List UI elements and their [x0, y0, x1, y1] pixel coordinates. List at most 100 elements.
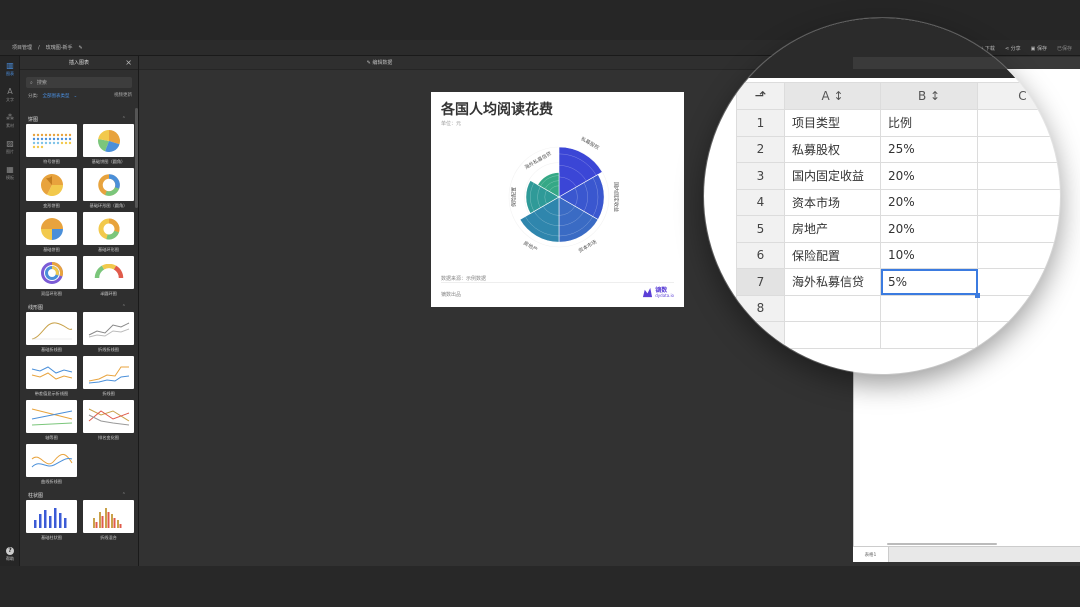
sheet-tabbar: 表格1	[853, 546, 1080, 562]
chart-template-card[interactable]: 半圆环图	[83, 256, 134, 300]
cell[interactable]: 资本市场	[784, 188, 881, 216]
chart-source[interactable]: 数据来源：示例数据	[441, 275, 486, 282]
breadcrumb-separator: /	[38, 44, 40, 51]
breadcrumb-project[interactable]: 项目管理	[12, 44, 32, 51]
sheet-tab[interactable]: 表格1	[853, 547, 889, 562]
help-icon: ?	[6, 547, 14, 555]
chart-template-card[interactable]: 折线图	[83, 356, 134, 400]
card-label: 基础环形图	[98, 247, 119, 252]
cell[interactable]	[784, 294, 881, 322]
rail-item-image[interactable]: ▨ 图片	[0, 134, 20, 160]
cell[interactable]: 保险配置	[784, 241, 881, 269]
cell[interactable]	[977, 294, 1060, 322]
chart-card[interactable]: 各国人均阅读花费 单位：元 私募股权 国内固定收益 资本市场 房地产 保险配置 海外私募信…	[431, 92, 684, 307]
chart-template-card[interactable]: 基础环形图	[83, 212, 134, 256]
template-icon: ▦	[6, 164, 14, 174]
thumbnail	[26, 356, 77, 389]
sort-icon[interactable]: ↕	[833, 89, 843, 103]
chart-template-card[interactable]: 基础折线图	[26, 312, 77, 356]
cell[interactable]: 比例	[880, 109, 978, 137]
chart-template-card[interactable]: 符号饼图	[26, 124, 77, 168]
cell[interactable]	[977, 109, 1060, 137]
bar-grid: 基础柱状图 折线混合	[20, 500, 135, 544]
row-header[interactable]	[736, 321, 785, 349]
cell[interactable]	[977, 268, 1060, 296]
chart-template-card[interactable]: 基础柱状图	[26, 500, 77, 544]
insert-chart-panel: 插入图表 × ⌕ 搜索 分类: 全部图表类型 ⌄ 视频更新 饼图 ⌃ 符号饼图 …	[20, 56, 139, 566]
card-label: 带差值显示折线图	[34, 391, 69, 396]
cell[interactable]	[880, 321, 978, 349]
chart-template-card[interactable]: 基础饼图	[26, 212, 77, 256]
chart-template-card[interactable]: 轴等图	[26, 400, 77, 444]
filter-more-link[interactable]: 视频更新	[114, 92, 132, 98]
text-icon: A	[7, 86, 13, 96]
edit-icon[interactable]: ✎	[79, 45, 83, 51]
bottom-letterbox	[0, 566, 1080, 607]
row-header[interactable]: 3	[736, 162, 785, 190]
row-header[interactable]: 1	[736, 109, 785, 137]
sheet-scrollbar[interactable]	[887, 543, 997, 545]
chart-template-card[interactable]: 双层环形图	[26, 256, 77, 300]
chart-template-card[interactable]: 带差值显示折线图	[26, 356, 77, 400]
row-header[interactable]: 5	[736, 215, 785, 243]
row-header[interactable]: 6	[736, 241, 785, 269]
card-label: 折线折线图	[98, 347, 119, 352]
column-header-a[interactable]: A ↕	[784, 82, 881, 110]
rail-item-material[interactable]: ⁂ 素材	[0, 108, 20, 134]
close-icon[interactable]: ×	[125, 58, 132, 67]
cell[interactable]	[977, 241, 1060, 269]
search-input[interactable]: ⌕ 搜索	[26, 77, 132, 88]
section-header-pie[interactable]: 饼图 ⌃	[20, 114, 135, 124]
row-header[interactable]: 2	[736, 135, 785, 163]
help-button[interactable]: ? 帮助	[0, 547, 20, 562]
chevron-down-icon[interactable]: ⌄	[74, 94, 78, 99]
cell[interactable]: 20%	[880, 188, 978, 216]
cell[interactable]: 房地产	[784, 215, 881, 243]
cell[interactable]	[880, 294, 978, 322]
filter-select[interactable]: 全部图表类型	[43, 93, 70, 99]
cell[interactable]: 20%	[880, 215, 978, 243]
row-header[interactable]: 8	[736, 294, 785, 322]
chart-template-card[interactable]: 基础饼图（圆角）	[83, 124, 134, 168]
cell[interactable]	[977, 188, 1060, 216]
rail-item-template[interactable]: ▦ 模板	[0, 160, 20, 186]
card-label: 基础折线图	[41, 347, 62, 352]
panel-scrollbar[interactable]	[135, 108, 138, 208]
row-header[interactable]: 4	[736, 188, 785, 216]
cell[interactable]: 项目类型	[784, 109, 881, 137]
cell[interactable]: 海外私募信贷	[784, 268, 881, 296]
spreadsheet-grid: ⬏ A ↕ B ↕ C 1 项目类型 比例 2 私募股权 25% 3 国内固定收…	[736, 82, 1060, 349]
section-header-bar[interactable]: 柱状图 ⌃	[20, 490, 135, 500]
rail-item-chart[interactable]: ▥ 图表	[0, 56, 20, 82]
column-header-c[interactable]: C	[977, 82, 1060, 110]
section-header-line[interactable]: 线形图 ⌃	[20, 302, 135, 312]
cell[interactable]	[784, 321, 881, 349]
edit-data-link[interactable]: ✎ 编辑数据	[367, 59, 393, 66]
chart-template-card[interactable]: 折线混合	[83, 500, 134, 544]
cell[interactable]	[977, 215, 1060, 243]
chart-footer[interactable]: 镝数出品	[441, 291, 461, 298]
cell[interactable]: 10%	[880, 241, 978, 269]
cell[interactable]: 20%	[880, 162, 978, 190]
corner-arrow-icon: ⬏	[754, 88, 767, 104]
chart-template-card[interactable]: 变形饼图	[26, 168, 77, 212]
column-header-b[interactable]: B ↕	[880, 82, 978, 110]
rail-item-text[interactable]: A 文字	[0, 82, 20, 108]
select-all-corner[interactable]: ⬏	[736, 82, 785, 110]
row-header[interactable]: 7	[736, 268, 785, 296]
selected-cell[interactable]: 5%	[880, 268, 981, 298]
chart-template-card[interactable]: 曲线折线图	[26, 444, 77, 488]
logo-url: dydata.io	[655, 292, 674, 298]
cell[interactable]	[977, 321, 1060, 349]
chart-template-card[interactable]: 基础环形图（圆角）	[83, 168, 134, 212]
rose-slice-label: 国内固定收益	[613, 182, 620, 212]
cell[interactable]	[977, 162, 1060, 190]
cell[interactable]: 私募股权	[784, 135, 881, 163]
chart-template-card[interactable]: 折线折线图	[83, 312, 134, 356]
cell[interactable]: 25%	[880, 135, 978, 163]
cell[interactable]: 国内固定收益	[784, 162, 881, 190]
sort-icon[interactable]: ↕	[930, 89, 940, 103]
cell[interactable]	[977, 135, 1060, 163]
rose-slice-label: 资本市场	[577, 238, 598, 254]
chart-template-card[interactable]: 排名变化图	[83, 400, 134, 444]
